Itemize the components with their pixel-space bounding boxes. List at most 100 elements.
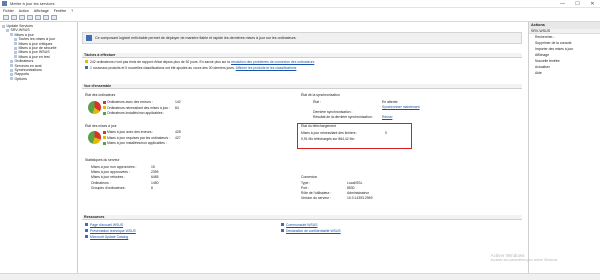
connection-row-value: Local/SSL [347,181,363,185]
troubleshoot-link[interactable]: résolution des problèmes de connexion de… [231,60,314,64]
sync-row-label: État : [313,100,321,104]
watermark-sub: Accédez aux paramètres pour activer Wind… [490,258,559,262]
task-line-1: 242 ordinateurs n'ont pas émis de rappor… [90,60,314,64]
window-titlebar: Mettre à jour les services — ☐ ✕ [0,0,600,8]
tree-node-icon [14,55,17,59]
window-title: Mettre à jour les services [10,1,55,6]
properties-icon[interactable] [51,15,57,20]
sync-row-value[interactable]: Synchroniser maintenant [382,105,420,109]
stats-row-label: Mises à jour refusées : [91,175,126,180]
connection-row-label: Port : [301,186,310,190]
help-icon[interactable] [43,15,49,20]
tree-node-icon [10,33,13,37]
tree-item-label: Options [14,76,27,81]
forward-icon[interactable] [11,15,17,20]
status-legend-icon [103,100,106,104]
info-icon [85,66,88,69]
computers-heading: État des ordinateurs [85,93,116,97]
sync-heading: État de la synchronisation [301,93,340,97]
menu-action[interactable]: Action [19,9,29,13]
resource-link[interactable]: Présentation technique WSUS [90,229,136,233]
updates-heading: État des mises à jour [85,124,117,128]
action-item[interactable]: Aide [529,70,600,76]
connection-heading: Connexion [301,175,318,179]
menu-help[interactable]: ? [71,9,73,13]
tree-node-icon [10,59,13,63]
sync-row-label: Résultat de la dernière synchronisation … [313,115,374,119]
stats-row-value: 2399 [151,170,159,175]
stats-row-label: Groupes d'ordinateurs : [91,185,127,190]
resource-link[interactable]: Page d'accueil WSUS [90,223,123,227]
connection-row-label: Version du serveur : [301,196,332,200]
download-status-highlight [297,123,412,149]
window-controls: — ☐ ✕ [555,0,600,8]
resource-link[interactable]: Déclaration de confidentialité WSUS [286,229,341,233]
tree-node-icon [2,24,5,28]
updates-row-value: 427 [175,135,181,140]
app-icon [2,1,7,6]
stats-row-label: Mises à jour non approuvées : [91,165,137,169]
tasks-heading: Tâches à effectuer [82,53,522,58]
resource-icon [281,229,284,232]
sync-row-value: En attente [382,100,398,104]
back-icon[interactable] [3,15,9,20]
status-legend-icon [103,106,106,109]
actions-heading: Actions [529,22,600,29]
computers-row-value: 84 [175,105,179,110]
stats-heading: Statistiques du serveur [85,158,120,162]
resources-heading: Ressources [82,215,522,220]
status-legend-icon [103,136,106,139]
actions-pane: Actions SRV-WSUS Rechercher... Supprimer … [528,22,600,273]
connection-row-value: 10.0.14393.2969 [347,196,373,200]
tree-item[interactable]: Options [0,77,77,81]
updates-row-value: 428 [175,130,181,134]
computers-row-value: 142 [175,100,181,104]
updates-pie-icon [88,131,101,144]
updates-row-label: Mises à jour installées/non applicables … [107,141,167,145]
computers-row-label: Ordinateurs avec des erreurs : [107,100,153,104]
overview-heading: Vue d'ensemble [82,84,522,89]
resource-icon [85,235,88,238]
show-hide-tree-icon[interactable] [27,15,33,20]
task-line-2: 1 nouveaux produits et 0 nouvelles class… [90,66,296,70]
minimize-button[interactable]: — [555,0,570,8]
tree-node-icon [10,68,13,72]
resource-icon [281,223,284,226]
task-text-1: 242 ordinateurs n'ont pas émis de rappor… [90,60,231,64]
tree-node-icon [14,42,17,46]
resource-link[interactable]: Communauté WSUS [286,223,317,227]
status-bar [0,273,600,280]
console-tree: Update Services SRV-WSUS Mises à jour Toute… [0,22,78,273]
wsus-logo-icon [86,35,92,41]
status-legend-icon [103,111,106,115]
menu-window[interactable]: Fenêtre [54,9,66,13]
menu-view[interactable]: Affichage [34,9,49,13]
up-icon[interactable] [19,15,25,20]
stats-row-label: Ordinateurs : [91,180,111,185]
tree-node-icon [14,51,17,55]
products-link[interactable]: Afficher les produits et les classificat… [236,66,297,70]
tree-node-icon [10,72,13,76]
computers-pie-icon [88,101,101,114]
tree-node-icon [6,29,9,33]
maximize-button[interactable]: ☐ [570,0,585,8]
resource-icon [85,223,88,226]
activation-watermark: Activer Windows Accédez aux paramètres p… [491,253,559,262]
resource-icon [85,229,88,232]
updates-row-label: Mises à jour requises par les ordinateur… [107,135,170,140]
task-text-2: 1 nouveaux produits et 0 nouvelles class… [90,66,235,70]
banner-text: Ce composant logiciel enfichable permet … [95,36,297,40]
refresh-icon[interactable] [35,15,41,20]
updates-row-label: Mises à jour avec des erreurs : [107,130,154,134]
close-button[interactable]: ✕ [585,0,600,8]
stats-row-value: 1450 [151,180,159,185]
stats-row-label: Mises à jour approuvées : [91,170,130,175]
status-legend-icon [103,141,106,145]
stats-row-value: 15 [151,165,155,169]
stats-row-value: 6465 [151,175,159,180]
connection-row-label: Rôle de l'utilisateur : [301,191,332,195]
tree-node-icon [10,77,13,81]
resource-link[interactable]: Microsoft Update Catalog [90,235,128,239]
menu-file[interactable]: Fichier [3,9,14,13]
stats-row-value: 8 [151,185,153,190]
